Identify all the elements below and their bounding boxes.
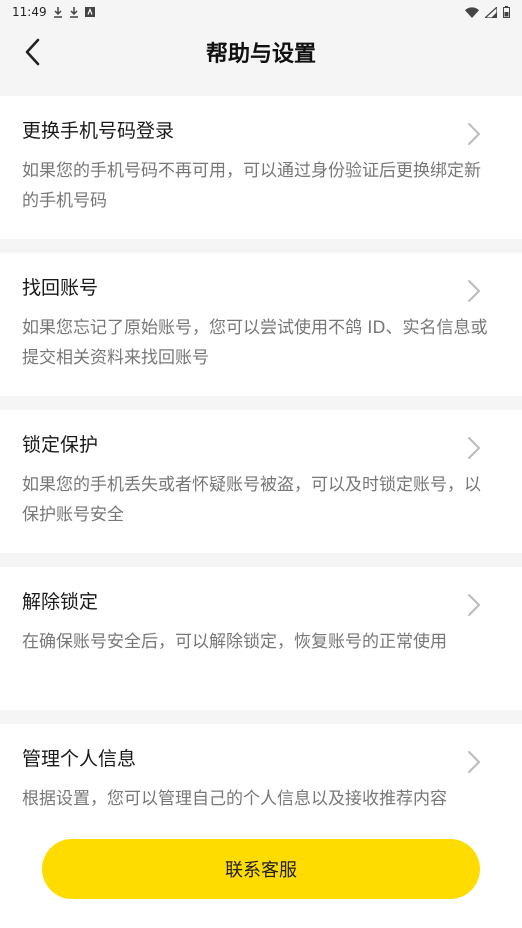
item-description: 如果您忘记了原始账号，您可以尝试使用不鸽 ID、实名信息或提交相关资料来找回账号: [22, 318, 488, 368]
item-title: 找回账号: [22, 277, 99, 299]
contact-support-button[interactable]: 联系客服: [42, 839, 480, 899]
item-description: 根据设置，您可以管理自己的个人信息以及接收推荐内容: [22, 789, 447, 809]
status-right: [465, 6, 510, 18]
help-item-change-phone[interactable]: 更换手机号码登录 如果您的手机号码不再可用，可以通过身份验证后更换绑定新的手机号…: [0, 96, 522, 239]
chevron-right-icon: [468, 437, 480, 459]
help-item-manage-personal-info[interactable]: 管理个人信息 根据设置，您可以管理自己的个人信息以及接收推荐内容: [0, 724, 522, 826]
chevron-right-icon: [468, 594, 480, 616]
item-title: 管理个人信息: [22, 748, 137, 770]
item-description: 在确保账号安全后，可以解除锁定，恢复账号的正常使用: [22, 632, 447, 652]
wifi-icon: [465, 6, 479, 18]
chevron-right-icon: [468, 751, 480, 773]
status-time: 11:49: [12, 5, 47, 19]
back-button[interactable]: [14, 34, 50, 70]
download-icon: [53, 6, 63, 18]
download-icon: [69, 6, 79, 18]
item-title: 锁定保护: [22, 434, 99, 456]
status-bar: 11:49: [0, 0, 522, 24]
chevron-right-icon: [468, 123, 480, 145]
back-arrow-icon: [25, 38, 40, 66]
chevron-right-icon: [468, 280, 480, 302]
item-description: 如果您的手机号码不再可用，可以通过身份验证后更换绑定新的手机号码: [22, 161, 481, 211]
signal-icon: [485, 6, 497, 18]
help-item-recover-account[interactable]: 找回账号 如果您忘记了原始账号，您可以尝试使用不鸽 ID、实名信息或提交相关资料…: [0, 253, 522, 396]
item-title: 更换手机号码登录: [22, 120, 175, 142]
app-notification-icon: [84, 7, 95, 17]
item-description: 如果您的手机丢失或者怀疑账号被盗，可以及时锁定账号，以保护账号安全: [22, 475, 481, 525]
item-title: 解除锁定: [22, 591, 99, 613]
help-item-lock-protection[interactable]: 锁定保护 如果您的手机丢失或者怀疑账号被盗，可以及时锁定账号，以保护账号安全: [0, 410, 522, 553]
nav-bar: 帮助与设置: [0, 24, 522, 80]
page-title: 帮助与设置: [205, 42, 316, 67]
footer: 联系客服: [0, 826, 522, 928]
status-left: 11:49: [12, 5, 95, 19]
battery-icon: [503, 6, 510, 18]
help-item-unlock[interactable]: 解除锁定 在确保账号安全后，可以解除锁定，恢复账号的正常使用: [0, 567, 522, 710]
settings-list: 更换手机号码登录 如果您的手机号码不再可用，可以通过身份验证后更换绑定新的手机号…: [0, 96, 522, 826]
